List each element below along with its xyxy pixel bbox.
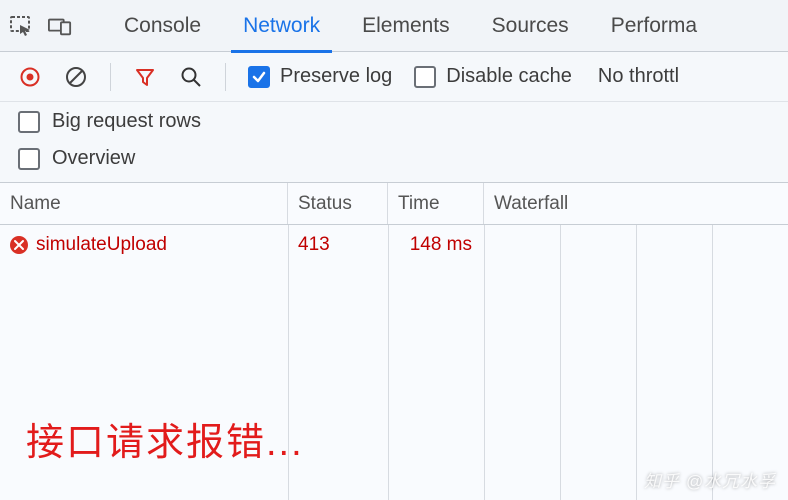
disable-cache-label: Disable cache	[446, 65, 572, 88]
waterfall-tick	[636, 225, 637, 500]
preserve-log-checkbox[interactable]	[248, 66, 270, 88]
request-status: 413	[288, 225, 388, 265]
request-row[interactable]: simulateUpload 413 148 ms	[0, 225, 788, 265]
tab-console[interactable]: Console	[110, 0, 215, 52]
request-name: simulateUpload	[36, 234, 167, 256]
error-icon	[10, 236, 28, 254]
preserve-log-label: Preserve log	[280, 65, 392, 88]
waterfall-tick	[560, 225, 561, 500]
watermark-text: 知乎 @水冗水孚	[644, 467, 776, 492]
waterfall-tick	[712, 225, 713, 500]
column-header-time[interactable]: Time	[388, 183, 484, 224]
overview-toggle[interactable]: Overview	[18, 147, 770, 170]
separator	[110, 63, 111, 91]
request-time: 148 ms	[388, 225, 484, 265]
big-request-rows-label: Big request rows	[52, 110, 201, 133]
tab-network[interactable]: Network	[229, 0, 334, 52]
column-header-status[interactable]: Status	[288, 183, 388, 224]
disable-cache-toggle[interactable]: Disable cache	[414, 65, 572, 88]
big-request-rows-checkbox[interactable]	[18, 111, 40, 133]
column-header-name[interactable]: Name	[0, 183, 288, 224]
throttling-select[interactable]: No throttl	[598, 65, 679, 88]
column-divider	[388, 225, 389, 500]
tab-sources[interactable]: Sources	[478, 0, 583, 52]
preserve-log-toggle[interactable]: Preserve log	[248, 65, 392, 88]
annotation-text: 接口请求报错...	[26, 411, 304, 466]
column-divider	[484, 225, 485, 500]
big-request-rows-toggle[interactable]: Big request rows	[18, 110, 770, 133]
tab-elements[interactable]: Elements	[348, 0, 464, 52]
record-button[interactable]	[18, 65, 42, 89]
disable-cache-checkbox[interactable]	[414, 66, 436, 88]
clear-button[interactable]	[64, 65, 88, 89]
overview-checkbox[interactable]	[18, 148, 40, 170]
element-picker-icon[interactable]	[10, 14, 34, 38]
column-header-waterfall[interactable]: Waterfall	[484, 183, 788, 224]
filter-button[interactable]	[133, 65, 157, 89]
tab-performance[interactable]: Performa	[597, 0, 711, 52]
separator	[225, 63, 226, 91]
overview-label: Overview	[52, 147, 135, 170]
device-toolbar-icon[interactable]	[48, 14, 72, 38]
search-button[interactable]	[179, 65, 203, 89]
